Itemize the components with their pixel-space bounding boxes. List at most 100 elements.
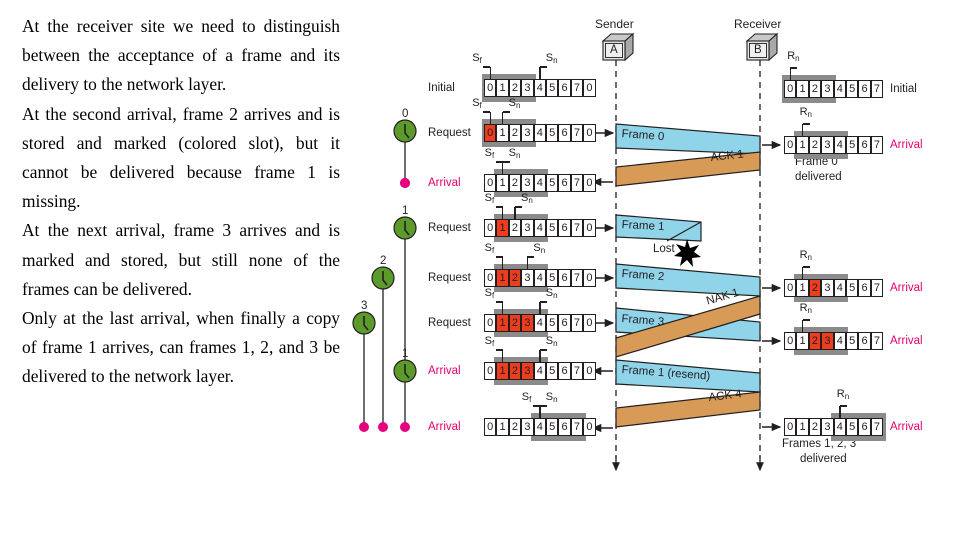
sn-pointer-label: Sn bbox=[545, 287, 558, 300]
receiver-slot-7: 7 bbox=[870, 136, 884, 154]
sf-pointer-label: Sf bbox=[484, 335, 495, 348]
sn-pointer-stem bbox=[539, 67, 541, 79]
receiver-slot-6: 6 bbox=[858, 136, 871, 154]
sender-slot-5: 5 bbox=[546, 362, 559, 380]
sender-slot-4: 4 bbox=[533, 79, 546, 97]
sf-pointer-elbow bbox=[495, 206, 503, 208]
sender-slot-1: 1 bbox=[496, 174, 509, 192]
selective-repeat-arq-diagram: Sender Receiver A B Frame 0 ACK 1 Frame … bbox=[350, 0, 960, 540]
rn-pointer-label: Rn bbox=[836, 388, 850, 401]
sender-slot-4: 4 bbox=[533, 314, 546, 332]
sender-event-label-arrival: Arrival bbox=[428, 365, 461, 377]
receiver-slot-1: 1 bbox=[796, 418, 809, 436]
sender-event-label-arrival: Arrival bbox=[428, 421, 461, 433]
timer-label-1-restart: 1 bbox=[402, 348, 409, 360]
receiver-slot-3: 3 bbox=[821, 80, 834, 98]
receiver-event-label-arrival: Arrival bbox=[890, 139, 923, 151]
sf-pointer-label: Sf bbox=[484, 242, 495, 255]
sn-pointer-elbow bbox=[539, 301, 547, 303]
sender-slot-6: 6 bbox=[558, 174, 571, 192]
sender-slot-0: 0 bbox=[484, 174, 497, 192]
sf-pointer-stem bbox=[489, 67, 492, 79]
sn-pointer-elbow bbox=[539, 349, 547, 351]
sn-pointer-elbow bbox=[502, 111, 510, 113]
receiver-slot-5: 5 bbox=[846, 418, 859, 436]
sender-slot-3: 3 bbox=[521, 269, 534, 287]
sender-slot-4: 4 bbox=[533, 269, 546, 287]
sn-pointer-stem bbox=[526, 257, 529, 269]
sn-pointer-stem bbox=[501, 162, 504, 174]
sf-pointer-stem bbox=[501, 257, 504, 269]
timer-3-end-dot bbox=[359, 422, 369, 432]
receiver-slot-2: 2 bbox=[808, 332, 822, 350]
receiver-slot-3: 3 bbox=[821, 332, 834, 350]
sender-slot-7: 7 bbox=[570, 219, 584, 237]
sender-slot-1: 1 bbox=[496, 314, 509, 332]
sn-pointer-stem bbox=[539, 406, 541, 418]
timer-0 bbox=[393, 119, 417, 188]
sn-pointer-stem bbox=[501, 112, 504, 124]
sender-slot-6: 6 bbox=[558, 362, 571, 380]
rn-pointer-stem bbox=[789, 68, 792, 80]
sender-slot-0: 0 bbox=[583, 314, 596, 332]
sn-pointer-stem bbox=[539, 350, 541, 362]
receiver-device-icon bbox=[745, 32, 779, 62]
sender-slot-5: 5 bbox=[546, 219, 559, 237]
sender-slot-4: 4 bbox=[533, 219, 546, 237]
receiver-slot-0: 0 bbox=[784, 279, 797, 297]
sender-slot-1: 1 bbox=[496, 79, 509, 97]
sender-slot-1: 1 bbox=[496, 219, 509, 237]
sender-slot-0: 0 bbox=[583, 124, 596, 142]
receiver-event-label-arrival: Arrival bbox=[890, 282, 923, 294]
sender-slot-0: 0 bbox=[484, 269, 497, 287]
receiver-node-label: B bbox=[754, 44, 762, 56]
sn-pointer-label: Sn bbox=[545, 391, 558, 404]
receiver-slot-6: 6 bbox=[858, 332, 871, 350]
sender-slot-0: 0 bbox=[583, 219, 596, 237]
sn-pointer-label: Sn bbox=[508, 97, 521, 110]
receiver-slot-1: 1 bbox=[796, 332, 809, 350]
sf-pointer-stem bbox=[501, 350, 504, 362]
sender-slot-1: 1 bbox=[496, 362, 509, 380]
sender-slot-2: 2 bbox=[508, 314, 522, 332]
sender-slot-6: 6 bbox=[558, 418, 571, 436]
receiver-slot-3: 3 bbox=[821, 279, 834, 297]
sender-slot-4: 4 bbox=[533, 124, 546, 142]
sender-slot-2: 2 bbox=[508, 79, 522, 97]
sn-pointer-elbow bbox=[539, 66, 547, 68]
rn-pointer-elbow bbox=[839, 405, 847, 407]
arrival-dot-first bbox=[400, 178, 410, 188]
sender-slot-2: 2 bbox=[508, 269, 522, 287]
sf-pointer-label: Sf bbox=[484, 192, 495, 205]
receiver-slot-5: 5 bbox=[846, 332, 859, 350]
sender-slot-3: 3 bbox=[521, 314, 534, 332]
rn-pointer-label: Rn bbox=[799, 249, 812, 262]
sn-pointer-stem bbox=[539, 302, 541, 314]
receiver-note-frame0-line2: delivered bbox=[795, 171, 842, 183]
sender-slot-2: 2 bbox=[508, 362, 522, 380]
sender-event-label-initial: Initial bbox=[428, 82, 455, 94]
timer-1 bbox=[393, 216, 417, 432]
rn-pointer-elbow bbox=[802, 266, 810, 268]
sn-pointer-label: Sn bbox=[533, 242, 546, 255]
sender-slot-7: 7 bbox=[570, 362, 584, 380]
sender-slot-2: 2 bbox=[508, 219, 522, 237]
timer-1-restart bbox=[393, 359, 417, 383]
receiver-event-label-arrival: Arrival bbox=[890, 421, 923, 433]
rn-pointer-label: Rn bbox=[799, 106, 812, 119]
sender-slot-3: 3 bbox=[521, 418, 534, 436]
sender-slot-7: 7 bbox=[570, 174, 584, 192]
sn-pointer-elbow bbox=[502, 161, 510, 163]
receiver-slot-7: 7 bbox=[870, 80, 884, 98]
sender-device-icon bbox=[601, 32, 635, 62]
sn-pointer-elbow bbox=[527, 256, 535, 258]
sn-pointer-label: Sn bbox=[508, 147, 521, 160]
sf-pointer-stem bbox=[501, 302, 504, 314]
sender-slot-4: 4 bbox=[533, 362, 546, 380]
sf-pointer-elbow bbox=[495, 256, 503, 258]
timer-label-2: 2 bbox=[380, 255, 387, 267]
sn-pointer-elbow bbox=[539, 405, 547, 407]
sender-title: Sender bbox=[595, 17, 634, 31]
sf-pointer-elbow bbox=[495, 301, 503, 303]
sf-pointer-elbow bbox=[483, 66, 491, 68]
